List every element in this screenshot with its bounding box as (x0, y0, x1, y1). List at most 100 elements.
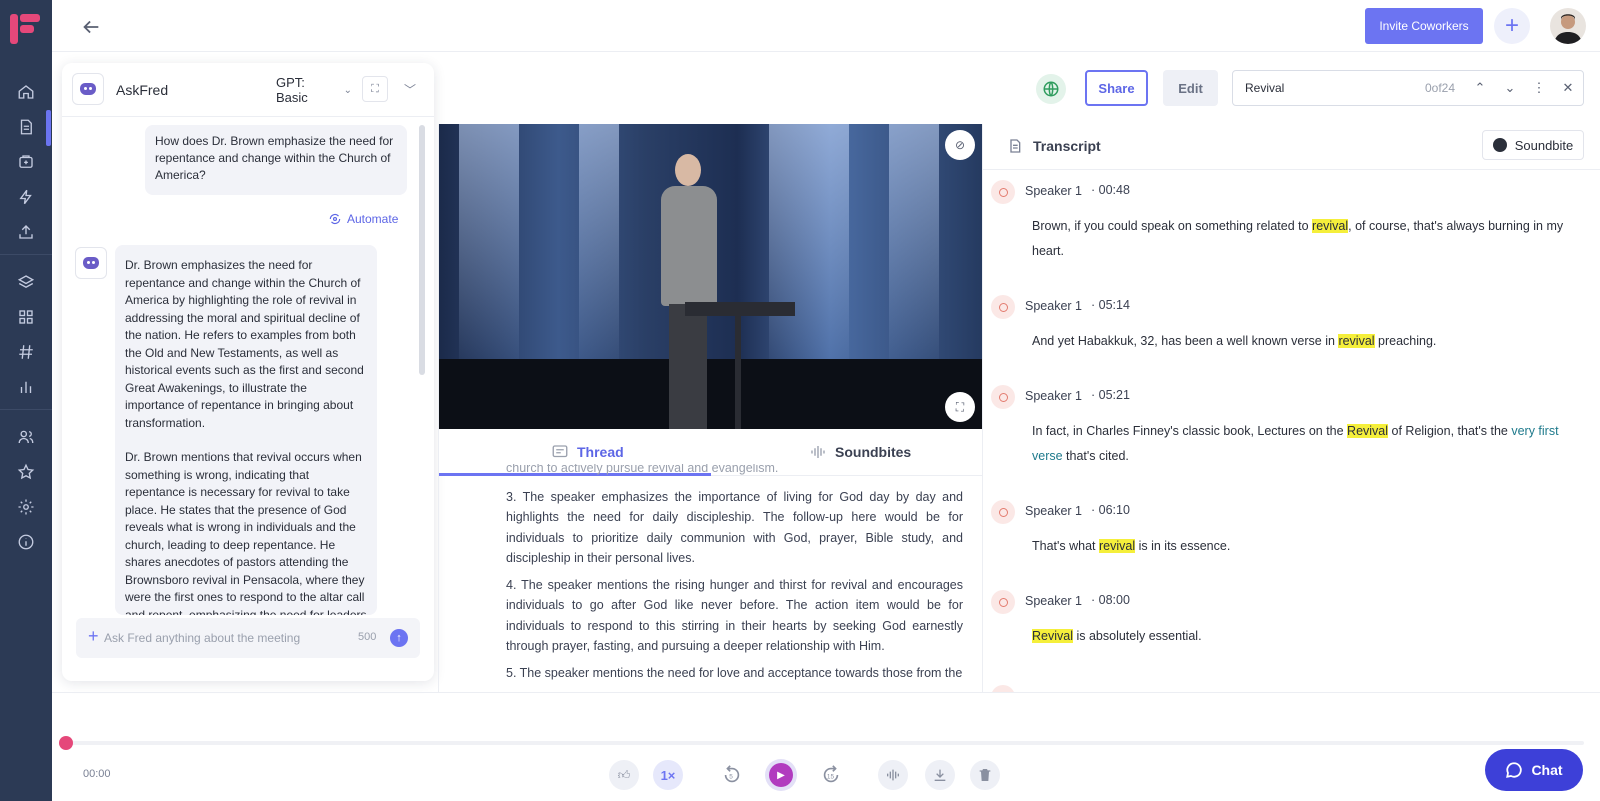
summary-point: 4. The speaker mentions the rising hunge… (506, 577, 963, 654)
askfred-input-field[interactable]: + Ask Fred anything about the meeting 50… (76, 618, 420, 658)
speaker-avatar-icon (991, 685, 1015, 692)
search-highlight: Revival (1032, 629, 1073, 643)
transcript-title: Transcript (1007, 138, 1101, 154)
current-time: 00:00 (83, 768, 111, 780)
users-icon[interactable] (13, 424, 39, 450)
send-arrow-icon[interactable]: ↑ (390, 629, 408, 647)
invite-coworkers-button[interactable]: Invite Coworkers (1365, 8, 1483, 44)
user-avatar[interactable] (1550, 8, 1586, 44)
play-button[interactable]: ▶ (765, 759, 797, 791)
upload-icon[interactable] (13, 219, 39, 245)
star-icon[interactable] (13, 459, 39, 485)
soundbite-button[interactable]: Soundbite (1482, 130, 1584, 160)
speaker-name: Speaker 1 (1025, 184, 1082, 198)
chevron-up-icon[interactable]: ⌃ (1471, 79, 1489, 97)
nav-divider (0, 254, 52, 255)
speaker-name: Speaker 1 (1025, 389, 1082, 403)
expand-icon[interactable]: ⛶ (362, 76, 388, 102)
search-highlight: Revival (1347, 424, 1389, 438)
add-attachment-icon[interactable]: + (88, 626, 99, 647)
globe-icon[interactable] (1036, 74, 1066, 104)
playback-speed-button[interactable]: 1× (653, 760, 683, 790)
user-message: How does Dr. Brown emphasize the need fo… (145, 125, 407, 195)
svg-text:5: 5 (729, 774, 733, 781)
timestamp[interactable]: · 05:14 (1091, 298, 1130, 312)
document-icon[interactable] (13, 114, 39, 140)
thumbs-up-icon[interactable]: 👍︎ (609, 760, 639, 790)
speaker-name: Speaker 1 (1025, 504, 1082, 518)
summary-point: 3. The speaker emphasizes the importance… (506, 489, 963, 566)
hash-icon[interactable] (13, 339, 39, 365)
transcript-text-segment: That's what (1032, 539, 1099, 553)
rewind-5-icon[interactable]: 5 (717, 760, 747, 790)
transcript-text-segment: preaching. (1374, 334, 1437, 348)
askfred-panel: AskFred GPT: Basic ⌄ ⛶ ﹀ How does Dr. Br… (62, 63, 434, 681)
bot-icon (72, 73, 104, 105)
summary-point: 5. The speaker mentions the need for lov… (506, 665, 963, 680)
transcript-search-field[interactable]: Revival 0of24 ⌃ ⌄ ⋮ ✕ (1232, 70, 1584, 106)
player-divider (52, 692, 1600, 693)
tab-thread[interactable]: Thread (551, 443, 624, 461)
bar-chart-icon[interactable] (13, 374, 39, 400)
stage-light (579, 124, 619, 359)
bolt-icon[interactable] (13, 184, 39, 210)
lectern-pole (735, 314, 741, 429)
speaker-name: Speaker 1 (1025, 299, 1082, 313)
forward-15-icon[interactable]: 15 (816, 760, 846, 790)
playback-scrubber[interactable] (59, 736, 73, 750)
bot-message-paragraph: Dr. Brown emphasizes the need for repent… (125, 258, 364, 430)
timestamp[interactable]: · 05:21 (1091, 388, 1130, 402)
timestamp[interactable]: · 00:48 (1091, 183, 1130, 197)
download-icon[interactable] (925, 760, 955, 790)
waveform-icon[interactable] (878, 760, 908, 790)
speaker-avatar-icon (991, 500, 1015, 524)
timestamp[interactable]: · 06:10 (1091, 503, 1130, 517)
trash-icon[interactable] (970, 760, 1000, 790)
soundbite-icon (1492, 138, 1507, 152)
video-player[interactable]: ⊘ ⛶ (439, 124, 982, 429)
chat-button[interactable]: Chat (1485, 749, 1583, 791)
more-vertical-icon[interactable]: ⋮ (1530, 79, 1548, 97)
transcript-text: Revival is absolutely essential. (1032, 624, 1572, 649)
edit-button[interactable]: Edit (1163, 70, 1218, 106)
playback-progress-bar[interactable] (66, 741, 1584, 745)
speaker-figure (657, 154, 719, 429)
model-select[interactable]: GPT: Basic ⌄ (268, 75, 352, 105)
transcript-text-segment: that's cited. (1062, 449, 1129, 463)
chevron-down-icon: ⌄ (343, 84, 352, 96)
back-arrow-icon[interactable] (80, 16, 102, 38)
stage-light (459, 124, 519, 359)
search-highlight: revival (1312, 219, 1349, 233)
inbox-icon[interactable] (13, 149, 39, 175)
model-select-value: GPT: Basic (276, 75, 308, 105)
info-icon[interactable] (13, 529, 39, 555)
automate-button[interactable]: Automate (328, 212, 398, 226)
transcript-text-segment: In fact, in Charles Finney's classic boo… (1032, 424, 1348, 438)
askfred-input-placeholder[interactable]: Ask Fred anything about the meeting (104, 631, 300, 645)
stage-light (889, 124, 939, 359)
askfred-title: AskFred (116, 82, 169, 98)
search-highlight: revival (1099, 539, 1136, 553)
left-nav (0, 0, 52, 801)
search-highlight: revival (1338, 334, 1375, 348)
tab-soundbites[interactable]: Soundbites (809, 443, 911, 461)
askfred-scrollbar[interactable] (419, 125, 425, 375)
home-icon[interactable] (13, 79, 39, 105)
video-off-icon[interactable]: ⊘ (945, 130, 975, 160)
search-match-count: 0of24 (1425, 81, 1456, 95)
collapse-chevron-icon[interactable]: ﹀ (398, 77, 422, 101)
close-icon[interactable]: ✕ (1559, 79, 1577, 97)
share-button[interactable]: Share (1085, 70, 1148, 106)
chat-label: Chat (1531, 762, 1563, 778)
timestamp[interactable]: · 08:00 (1091, 593, 1130, 607)
grid-icon[interactable] (13, 304, 39, 330)
gear-icon[interactable] (13, 494, 39, 520)
layers-icon[interactable] (13, 269, 39, 295)
fullscreen-icon[interactable]: ⛶ (945, 392, 975, 422)
search-input[interactable]: Revival (1245, 81, 1284, 95)
app-logo[interactable] (10, 14, 40, 46)
speaker-name: Speaker 1 (1025, 594, 1082, 608)
chevron-down-icon[interactable]: ⌄ (1501, 79, 1519, 97)
add-button[interactable]: + (1494, 8, 1530, 44)
transcript-title-label: Transcript (1033, 138, 1101, 154)
